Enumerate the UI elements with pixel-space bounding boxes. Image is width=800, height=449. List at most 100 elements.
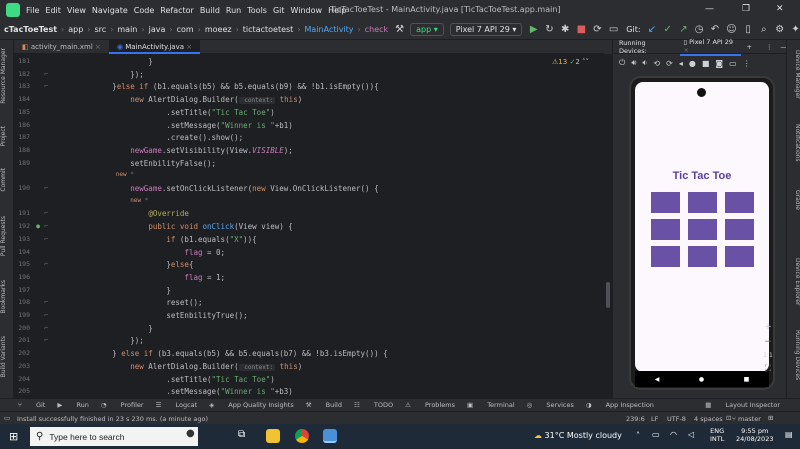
- inspection-widget[interactable]: ⚠13 ✓2 ˄˅: [552, 58, 589, 66]
- todo-tool-button[interactable]: ☷ TODO: [354, 401, 393, 409]
- code-line[interactable]: new AlertDialog.Builder( context: this): [58, 95, 302, 105]
- close-device-tab-icon[interactable]: ×: [683, 46, 688, 54]
- android-recents-icon[interactable]: ■: [744, 376, 750, 383]
- task-view-icon[interactable]: ⧉: [238, 429, 245, 440]
- code-line[interactable]: } else if (b3.equals(b5) && b5.equals(b7…: [58, 349, 387, 358]
- code-line[interactable]: flag = 1;: [58, 273, 225, 282]
- menu-navigate[interactable]: Navigate: [92, 6, 128, 15]
- board-cell-2[interactable]: [688, 192, 717, 213]
- profiler-tool-button[interactable]: ◔ Profiler: [101, 401, 144, 409]
- build-tool-button[interactable]: ⚒ Build: [306, 401, 342, 409]
- code-line[interactable]: newGame.setVisibility(View.VISIBLE);: [58, 146, 293, 155]
- code-hint[interactable]: new *: [58, 197, 148, 204]
- menu-file[interactable]: File: [26, 6, 39, 15]
- gear-icon[interactable]: ⚙: [775, 24, 784, 36]
- volume-up-icon[interactable]: 🔊︎: [631, 58, 636, 68]
- fold-marker-icon[interactable]: ⌐: [40, 184, 48, 192]
- debug-icon[interactable]: ✱: [561, 24, 570, 36]
- layout-inspector-tool-button[interactable]: ▦ Layout Inspector: [705, 401, 780, 409]
- close-tab-icon[interactable]: ×: [95, 43, 101, 51]
- menu-git[interactable]: Git: [273, 6, 285, 15]
- board-cell-9[interactable]: [725, 246, 754, 267]
- close-tab-icon[interactable]: ×: [186, 43, 192, 51]
- menu-window[interactable]: Window: [291, 6, 323, 15]
- notifications-tab[interactable]: Notifications: [787, 124, 800, 162]
- board-cell-3[interactable]: [725, 192, 754, 213]
- wifi-icon[interactable]: ◠: [670, 430, 677, 439]
- android-home-icon[interactable]: ●: [699, 376, 704, 383]
- breadcrumb-moeez[interactable]: moeez: [205, 25, 232, 34]
- breadcrumb-app[interactable]: app: [68, 25, 83, 34]
- sync-icon[interactable]: ⟳: [593, 24, 602, 36]
- chrome-icon[interactable]: [295, 429, 309, 443]
- run-config-select[interactable]: app ▾: [410, 23, 444, 36]
- windows-start-icon[interactable]: ⊞: [9, 430, 18, 443]
- board-cell-8[interactable]: [688, 246, 717, 267]
- history-icon[interactable]: ◷: [695, 24, 704, 36]
- git-tool-button[interactable]: ⑂ Git: [18, 401, 45, 409]
- build-variants-tab[interactable]: Build Variants: [0, 336, 14, 377]
- editor-scrollbar[interactable]: [606, 282, 610, 308]
- device-explorer-tab[interactable]: Device Explorer: [787, 258, 800, 305]
- logcat-tool-button[interactable]: ☰ Logcat: [156, 401, 198, 409]
- tray-chevron-icon[interactable]: ˄: [636, 431, 640, 440]
- fold-marker-icon[interactable]: ⌐: [40, 324, 48, 332]
- running-devices-tab[interactable]: Running Devices: [787, 330, 800, 380]
- home-icon[interactable]: ●: [689, 59, 696, 68]
- apply-changes-icon[interactable]: ↻: [545, 24, 554, 36]
- board-cell-4[interactable]: [651, 219, 680, 240]
- aqi-tool-button[interactable]: ◈ App Quality Insights: [209, 401, 294, 409]
- profile-icon[interactable]: ☺: [726, 24, 736, 36]
- menu-code[interactable]: Code: [134, 6, 154, 15]
- breadcrumb-package[interactable]: tictactoetest: [243, 25, 294, 34]
- zoom-ratio[interactable]: 1:1: [758, 352, 778, 359]
- status-message[interactable]: Install successfully finished in 23 s 23…: [17, 415, 208, 423]
- maximize-icon[interactable]: ❐: [742, 4, 750, 14]
- android-studio-taskbar-icon[interactable]: [323, 429, 337, 443]
- fold-marker-icon[interactable]: ⌐: [40, 260, 48, 268]
- rotate-right-icon[interactable]: ⟳: [666, 59, 673, 68]
- gradle-tab[interactable]: Gradle: [787, 190, 800, 210]
- code-line[interactable]: });: [58, 336, 144, 345]
- menu-tools[interactable]: Tools: [247, 6, 267, 15]
- fold-marker-icon[interactable]: ⌐: [40, 298, 48, 306]
- terminal-tool-button[interactable]: ▣ Terminal: [467, 401, 515, 409]
- fold-marker-icon[interactable]: ⌐: [40, 235, 48, 243]
- tab-main-activity[interactable]: ◉ MainActivity.java ×: [108, 39, 201, 54]
- git-update-icon[interactable]: ↙: [648, 24, 657, 36]
- menu-run[interactable]: Run: [226, 6, 241, 15]
- network-icon[interactable]: ▭: [652, 430, 660, 439]
- code-line[interactable]: reset();: [58, 298, 202, 307]
- device-tab[interactable]: ▯ Pixel 7 API 29 ×: [680, 38, 741, 56]
- breadcrumb-project[interactable]: cTacToeTest: [4, 25, 57, 34]
- code-line[interactable]: .setTitle("Tic Tac Toe"): [58, 108, 274, 117]
- stop-icon[interactable]: ■: [577, 24, 586, 36]
- breadcrumb-main[interactable]: main: [117, 25, 137, 34]
- fold-marker-icon[interactable]: ⌐: [40, 222, 48, 230]
- volume-icon[interactable]: ◁: [688, 430, 694, 439]
- bookmarks-tab[interactable]: Bookmarks: [0, 280, 14, 314]
- assistant-icon[interactable]: ✦: [791, 24, 800, 36]
- menu-build[interactable]: Build: [200, 6, 220, 15]
- mic-icon[interactable]: ●: [186, 428, 195, 439]
- breadcrumb-java[interactable]: java: [149, 25, 166, 34]
- code-line[interactable]: });: [58, 70, 144, 79]
- pull-requests-tab[interactable]: Pull Requests: [0, 216, 14, 256]
- menu-view[interactable]: View: [67, 6, 86, 15]
- zoom-out-icon[interactable]: −: [758, 337, 778, 347]
- code-line[interactable]: public void onClick(View view) {: [58, 222, 293, 231]
- device-manager-tab[interactable]: Device Manager: [787, 50, 800, 99]
- overview-icon[interactable]: ■: [702, 59, 710, 68]
- commit-tab[interactable]: Commit: [0, 168, 14, 192]
- code-line[interactable]: setEnbilityFalse();: [58, 159, 216, 168]
- line-separator[interactable]: LF: [651, 415, 658, 423]
- project-tab[interactable]: Project: [0, 126, 14, 147]
- close-icon[interactable]: ✕: [776, 4, 784, 14]
- override-gutter-icon[interactable]: ●: [32, 222, 40, 230]
- app-inspection-tool-button[interactable]: ◑ App Inspection: [586, 401, 654, 409]
- run-icon[interactable]: ▶: [529, 24, 538, 36]
- panel-settings-icon[interactable]: ⋮: [766, 43, 773, 51]
- file-explorer-icon[interactable]: [266, 429, 280, 443]
- fold-marker-icon[interactable]: ⌐: [40, 82, 48, 90]
- nav-down-icon[interactable]: ˅: [586, 58, 590, 66]
